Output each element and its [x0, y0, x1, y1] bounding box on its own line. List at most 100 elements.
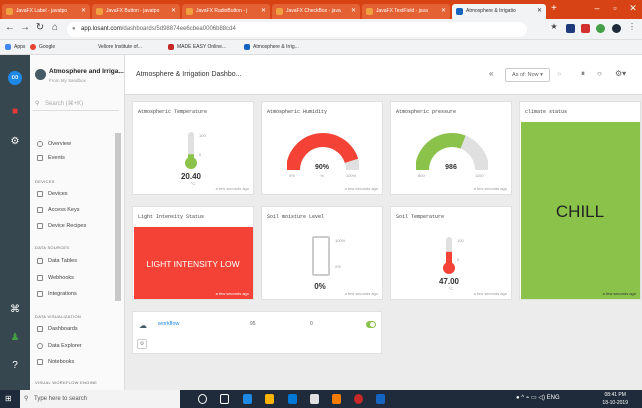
- sidebar-item-webhooks[interactable]: Webhooks: [33, 272, 117, 284]
- tab-favicon-icon: [276, 8, 283, 15]
- pressure-value: 986: [445, 164, 457, 171]
- close-tab-icon[interactable]: ✕: [261, 4, 266, 19]
- losant-logo-icon[interactable]: ∞: [8, 71, 22, 85]
- extension-icon[interactable]: [596, 24, 605, 33]
- key-icon: [37, 207, 43, 213]
- search-icon: ⚲: [35, 101, 40, 107]
- url-bar[interactable]: ● app.losant.com/dashboards/5d98874ee6cb…: [67, 22, 527, 37]
- bookmark-google[interactable]: Google: [30, 40, 55, 55]
- close-window-icon[interactable]: ✕: [624, 2, 642, 14]
- workflow-icon[interactable]: ⌘: [7, 303, 23, 317]
- cortana-icon[interactable]: [198, 394, 207, 404]
- updated-time: a few seconds ago: [344, 291, 378, 296]
- sidebar-item-events[interactable]: Events: [33, 152, 117, 164]
- home-icon[interactable]: ⌂: [49, 22, 61, 33]
- back-icon[interactable]: ←: [4, 22, 16, 33]
- sidebar-scrollbar[interactable]: [115, 133, 121, 301]
- help-icon[interactable]: ?: [7, 359, 23, 373]
- bookmark-apps[interactable]: Apps: [5, 40, 25, 55]
- sidebar-item-access-keys[interactable]: Access Keys: [33, 204, 117, 216]
- soil-moisture-card: Soil moisture Level 100% 0% 0% a few sec…: [261, 206, 383, 300]
- tab-favicon-icon: [456, 8, 463, 15]
- system-tray[interactable]: ● ^ ⌁ ▭ ◁) ENG: [516, 394, 560, 401]
- app-icon[interactable]: [376, 394, 385, 404]
- section-devices: DEVICES: [35, 179, 55, 184]
- minimize-icon[interactable]: –: [588, 2, 606, 14]
- bookmark-made-easy[interactable]: MADE EASY Online...: [168, 40, 226, 55]
- star-icon[interactable]: ★: [548, 22, 560, 31]
- scale-max: 100%: [335, 238, 346, 243]
- section-data-sources: DATA SOURCES: [35, 245, 70, 250]
- maximize-icon[interactable]: ▫: [606, 2, 624, 14]
- browser-tab[interactable]: JavaFX TextField - java ✕: [362, 4, 450, 19]
- browser-tab-active[interactable]: Atmosphere & Irrigatio ✕: [452, 4, 546, 19]
- bookmark-atmosphere[interactable]: Atmosphere & Irrig...: [244, 40, 299, 55]
- settings-icon[interactable]: ⚙: [7, 135, 23, 149]
- browser-tab[interactable]: JavaFX CheckBox - java ✕: [272, 4, 360, 19]
- sidebar-item-data-tables[interactable]: Data Tables: [33, 255, 117, 267]
- bookmarks-bar: Apps Google Vellore Institute of... MADE…: [0, 40, 642, 55]
- taskbar-search-input[interactable]: ⚲ Type here to search: [20, 390, 180, 408]
- mail-icon[interactable]: [310, 394, 319, 404]
- sidebar-item-overview[interactable]: Overview: [33, 138, 117, 150]
- edge-icon[interactable]: [243, 394, 252, 404]
- workflow-settings-icon[interactable]: ⚙: [137, 339, 147, 349]
- chrome-icon[interactable]: [354, 394, 363, 404]
- store-icon[interactable]: [288, 394, 297, 404]
- workflow-enabled-toggle[interactable]: [366, 321, 376, 328]
- soil-moisture-value: 0%: [314, 282, 326, 291]
- forward-icon[interactable]: →: [19, 22, 31, 33]
- humidity-unit: %: [320, 173, 324, 178]
- sidebar-item-notebooks[interactable]: Notebooks: [33, 356, 117, 368]
- temperature-value: 20.40: [180, 172, 202, 181]
- sidebar-item-dashboards[interactable]: Dashboards: [33, 323, 117, 335]
- close-tab-icon[interactable]: ✕: [171, 4, 176, 19]
- close-tab-icon[interactable]: ✕: [351, 4, 356, 19]
- org-icon[interactable]: ♟: [7, 331, 23, 345]
- vlc-icon[interactable]: [332, 394, 341, 404]
- refresh-icon[interactable]: ○: [597, 69, 602, 78]
- app-name[interactable]: Atmosphere and Irriga...: [49, 68, 124, 75]
- tank-gauge: [312, 236, 330, 276]
- sidebar-item-devices[interactable]: Devices: [33, 188, 117, 200]
- app-avatar: [35, 69, 46, 80]
- close-tab-icon[interactable]: ✕: [537, 4, 542, 19]
- profile-avatar[interactable]: [612, 24, 621, 33]
- sidebar-search-input[interactable]: ⚲ Search (⌘+K): [33, 98, 119, 111]
- sidebar-item-integrations[interactable]: Integrations: [33, 288, 117, 300]
- reload-icon[interactable]: ↻: [34, 22, 46, 33]
- tray-icons: ● ^ ⌁ ▭ ◁): [516, 395, 547, 401]
- as-of-time-select[interactable]: As of: Now ▾: [505, 68, 550, 82]
- extension-icon[interactable]: [566, 24, 575, 33]
- task-view-icon[interactable]: [220, 394, 229, 404]
- browser-tab[interactable]: JavaFX RadioButton - j ✕: [182, 4, 270, 19]
- workflow-link[interactable]: workflow: [158, 321, 179, 327]
- rewind-icon[interactable]: «: [489, 69, 493, 78]
- toggle-knob: [370, 322, 375, 327]
- dashboard-settings-icon[interactable]: ⚙▾: [615, 69, 626, 78]
- menu-dots-icon[interactable]: ⋮: [626, 22, 638, 31]
- sidebar-item-device-recipes[interactable]: Device Recipes: [33, 220, 117, 232]
- close-tab-icon[interactable]: ✕: [81, 4, 86, 19]
- sidebar-item-data-explorer[interactable]: Data Explorer: [33, 340, 117, 352]
- taskbar-clock[interactable]: 08:41 PM 18-10-2019: [602, 391, 628, 407]
- windows-start-icon[interactable]: ⊞: [5, 394, 12, 403]
- gauge-min: 800: [418, 173, 425, 178]
- updated-time: a few seconds ago: [344, 186, 378, 191]
- bookmark-vellore[interactable]: Vellore Institute of...: [98, 40, 142, 55]
- applications-icon[interactable]: ■: [7, 105, 23, 119]
- pause-icon[interactable]: ⏸: [581, 69, 585, 79]
- extension-icon[interactable]: [581, 24, 590, 33]
- dashboard-title: Atmosphere & Irrigation Dashbo...: [136, 71, 242, 78]
- browser-tab[interactable]: JavaFX Button - javatpo ✕: [92, 4, 180, 19]
- scale-max: 100: [457, 238, 464, 243]
- card-title: Light Intensity Status: [138, 214, 205, 220]
- thermometer-bulb: [443, 262, 455, 274]
- browser-tab[interactable]: JavaFX Label - javatpo ✕: [2, 4, 90, 19]
- new-tab-button[interactable]: +: [551, 3, 557, 15]
- close-tab-icon[interactable]: ✕: [441, 4, 446, 19]
- app-sandbox-label: From My Sandbox: [49, 78, 86, 83]
- file-explorer-icon[interactable]: [265, 394, 274, 404]
- google-icon: [30, 43, 36, 50]
- updated-time: a few seconds ago: [215, 186, 249, 191]
